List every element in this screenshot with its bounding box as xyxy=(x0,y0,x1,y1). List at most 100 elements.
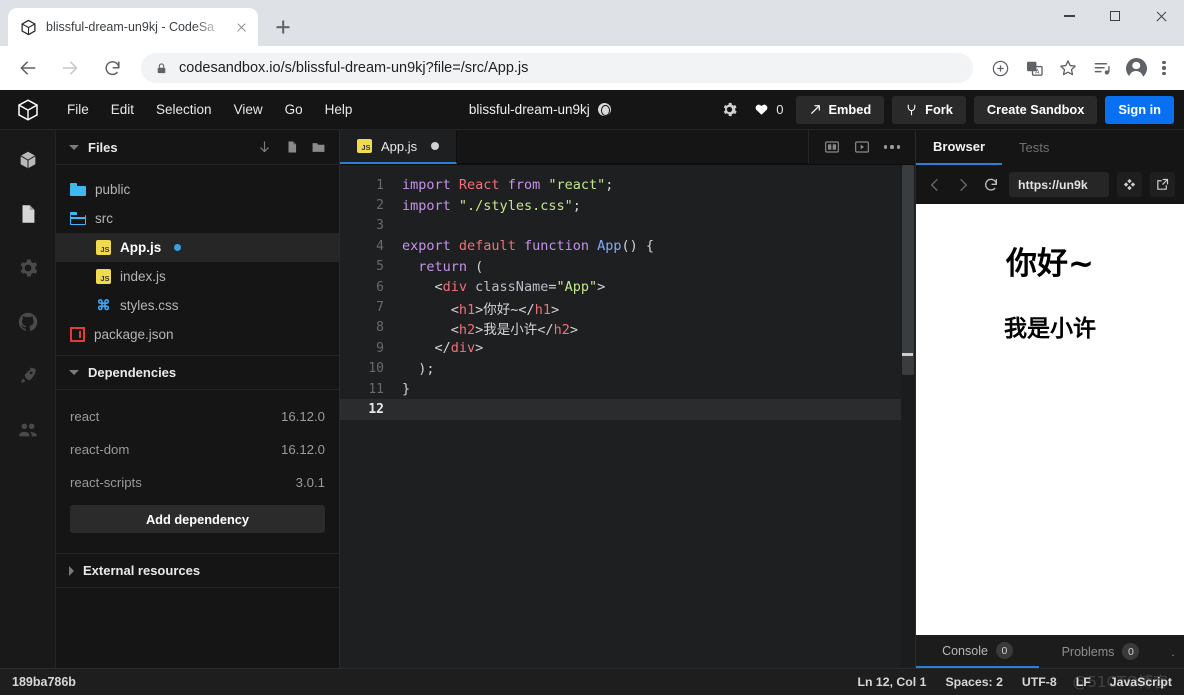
menu-go[interactable]: Go xyxy=(274,90,314,130)
create-sandbox-button[interactable]: Create Sandbox xyxy=(973,95,1098,124)
more-options-icon[interactable] xyxy=(884,139,900,155)
back-chevron-icon[interactable] xyxy=(925,175,945,195)
files-panel-actions xyxy=(257,140,326,155)
external-resources-panel-header[interactable]: External resources xyxy=(56,553,339,588)
file-row-app-js[interactable]: JS App.js xyxy=(56,233,339,262)
encoding[interactable]: UTF-8 xyxy=(1022,675,1057,689)
file-label: src xyxy=(95,211,113,226)
responsive-mode-icon[interactable] xyxy=(1117,172,1142,197)
cursor-position[interactable]: Ln 12, Col 1 xyxy=(857,675,926,689)
rocket-deploy-icon[interactable] xyxy=(14,362,42,390)
open-preview-icon[interactable] xyxy=(854,139,870,155)
language-mode[interactable]: JavaScript xyxy=(1110,675,1172,689)
dependencies-panel-header[interactable]: Dependencies xyxy=(56,355,339,390)
code-content: import React from "react"; xyxy=(402,177,614,194)
npm-file-icon xyxy=(70,327,85,342)
chrome-menu-icon[interactable] xyxy=(1152,54,1176,82)
dependency-row[interactable]: react-scripts 3.0.1 xyxy=(56,466,339,499)
dependency-name: react xyxy=(70,409,100,424)
js-file-icon: JS xyxy=(96,240,111,255)
sandbox-title-group[interactable]: blissful-dream-un9kj xyxy=(363,102,716,117)
menu-selection[interactable]: Selection xyxy=(145,90,223,130)
indentation[interactable]: Spaces: 2 xyxy=(945,675,1002,689)
files-panel-header[interactable]: Files xyxy=(56,130,339,165)
file-row-index-js[interactable]: JS index.js xyxy=(56,262,339,291)
console-label: Console xyxy=(942,643,988,658)
sidebar: Files public src JS App.js JS index.js ⌘… xyxy=(56,130,340,668)
split-pane-icon[interactable] xyxy=(824,139,840,155)
editor-scrollbar-thumb[interactable] xyxy=(902,165,914,375)
people-live-icon[interactable] xyxy=(14,416,42,444)
github-icon[interactable] xyxy=(14,308,42,336)
chevron-down-icon[interactable] xyxy=(69,144,79,150)
new-tab-button[interactable] xyxy=(268,12,298,42)
preview-url-input[interactable]: https://un9k xyxy=(1009,172,1109,197)
maximize-button[interactable] xyxy=(1092,0,1138,32)
dependency-row[interactable]: react-dom 16.12.0 xyxy=(56,433,339,466)
profile-avatar-icon[interactable] xyxy=(1122,54,1150,82)
code-content: import "./styles.css"; xyxy=(402,197,581,214)
code-content: return ( xyxy=(418,258,484,275)
gear-icon[interactable] xyxy=(716,97,742,123)
forward-chevron-icon[interactable] xyxy=(953,175,973,195)
editor-tab-app-js[interactable]: JS App.js xyxy=(340,130,458,164)
dependency-row[interactable]: react 16.12.0 xyxy=(56,400,339,433)
translate-icon[interactable]: A xyxy=(1020,54,1048,82)
embed-label: Embed xyxy=(828,102,872,117)
address-bar[interactable]: codesandbox.io/s/blissful-dream-un9kj?fi… xyxy=(141,53,973,83)
fork-button[interactable]: Fork xyxy=(892,95,966,124)
likes-count: 0 xyxy=(776,102,784,117)
editor-scrollbar[interactable] xyxy=(901,165,915,668)
chevron-down-icon[interactable] xyxy=(69,370,79,375)
code-editor[interactable]: 1 import React from "react"; 2 import "./s… xyxy=(340,165,915,668)
embed-button[interactable]: Embed xyxy=(795,95,885,124)
tab-problems[interactable]: Problems 0 xyxy=(1039,635,1162,668)
files-icon[interactable] xyxy=(14,200,42,228)
file-row-package-json[interactable]: package.json xyxy=(56,320,339,349)
sign-in-button[interactable]: Sign in xyxy=(1105,95,1174,124)
file-row-src[interactable]: src xyxy=(56,204,339,233)
editor-tabbar: JS App.js xyxy=(340,130,915,165)
code-line: 8 <h2>我是小许</h2> xyxy=(340,318,915,338)
forward-arrow-icon[interactable] xyxy=(55,53,85,83)
tab-tests[interactable]: Tests xyxy=(1002,130,1066,165)
likes-group[interactable]: 0 xyxy=(750,102,787,117)
reading-list-icon[interactable] xyxy=(1088,54,1116,82)
close-icon[interactable] xyxy=(233,19,250,36)
add-circle-icon[interactable] xyxy=(986,54,1014,82)
unsaved-dot-icon xyxy=(431,142,440,150)
menu-edit[interactable]: Edit xyxy=(100,90,145,130)
code-content: } xyxy=(402,381,411,398)
code-line: 2 import "./styles.css"; xyxy=(340,195,915,215)
download-icon[interactable] xyxy=(257,140,272,155)
more-icon[interactable]: . xyxy=(1162,645,1184,659)
add-dependency-button[interactable]: Add dependency xyxy=(70,505,325,533)
preview-tabs: Browser Tests xyxy=(916,130,1184,165)
bookmark-star-icon[interactable] xyxy=(1054,54,1082,82)
fork-label: Fork xyxy=(925,102,953,117)
close-window-button[interactable] xyxy=(1138,0,1184,32)
minimize-button[interactable] xyxy=(1046,0,1092,32)
line-number: 1 xyxy=(376,177,384,193)
back-arrow-icon[interactable] xyxy=(13,53,43,83)
browser-tab[interactable]: blissful-dream-un9kj - CodeSa xyxy=(8,8,258,46)
file-row-styles-css[interactable]: ⌘ styles.css xyxy=(56,291,339,320)
menu-file[interactable]: File xyxy=(56,90,100,130)
new-folder-icon[interactable] xyxy=(311,140,326,155)
gear-icon[interactable] xyxy=(14,254,42,282)
menu-view[interactable]: View xyxy=(223,90,274,130)
file-row-public[interactable]: public xyxy=(56,175,339,204)
sandbox-icon[interactable] xyxy=(14,146,42,174)
code-content: ); xyxy=(402,360,435,377)
line-ending[interactable]: LF xyxy=(1076,675,1091,689)
dependency-name: react-dom xyxy=(70,442,130,457)
tab-console[interactable]: Console 0 xyxy=(916,635,1039,668)
tab-browser[interactable]: Browser xyxy=(916,130,1003,165)
open-external-icon[interactable] xyxy=(1150,172,1175,197)
new-file-icon[interactable] xyxy=(284,140,299,155)
chevron-right-icon[interactable] xyxy=(69,565,74,576)
menu-help[interactable]: Help xyxy=(314,90,364,130)
reload-icon[interactable] xyxy=(97,53,127,83)
reload-icon[interactable] xyxy=(981,175,1001,195)
codesandbox-logo-icon[interactable] xyxy=(0,98,56,122)
